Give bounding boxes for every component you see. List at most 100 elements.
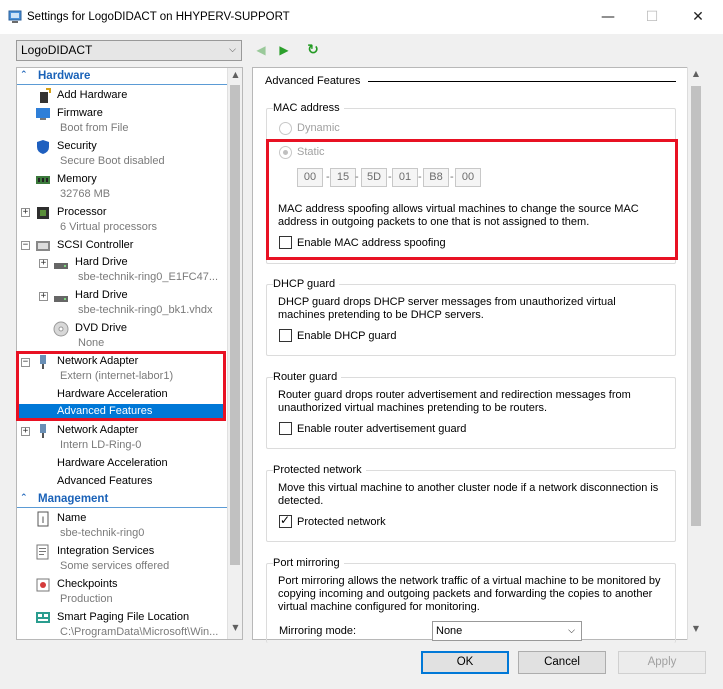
tree-item-hard-drive-1-sub: sbe-technik-ring0_E1FC47... — [78, 271, 219, 283]
tree-item-processor[interactable]: Processor — [57, 206, 107, 218]
vm-selector-value: LogoDIDACT — [21, 43, 93, 57]
expand-network-adapter-2-icon[interactable]: + — [21, 427, 30, 436]
scroll-up-icon[interactable]: ▲ — [688, 69, 704, 83]
settings-app-icon — [8, 10, 22, 23]
svg-text:I: I — [42, 515, 45, 525]
dynamic-radio-label: Dynamic — [297, 122, 340, 134]
chevron-down-icon: ⌵ — [229, 45, 236, 55]
tree-scrollbar[interactable]: ▲ ▼ — [227, 68, 242, 639]
section-management[interactable]: ⌃ Management — [17, 492, 228, 508]
maximize-button[interactable]: ☐ — [630, 6, 674, 28]
tree-item-hard-drive-2-sub: sbe-technik-ring0_bk1.vhdx — [78, 304, 213, 316]
title-bar: Settings for LogoDIDACT on HHYPERV-SUPPO… — [0, 0, 723, 34]
tree-item-advanced-features-2[interactable]: Advanced Features — [57, 475, 152, 487]
close-button[interactable]: ✕ — [676, 6, 720, 28]
cancel-button[interactable]: Cancel — [518, 651, 606, 674]
scroll-down-icon[interactable]: ▼ — [688, 624, 704, 638]
router-guard-checkbox[interactable] — [279, 422, 292, 435]
dhcp-guard-title: DHCP guard — [273, 278, 340, 290]
mirroring-mode-value: None — [436, 625, 463, 637]
hard-drive-icon — [54, 263, 68, 269]
tree-scroll-thumb[interactable] — [230, 85, 240, 565]
collapse-chevron-icon[interactable]: ⌃ — [20, 70, 28, 80]
details-scrollbar[interactable]: ▲ ▼ — [687, 67, 703, 640]
dynamic-radio[interactable] — [279, 122, 292, 135]
section-hardware-label: Hardware — [38, 70, 91, 82]
add-hardware-icon — [40, 88, 51, 103]
port-mirroring-title: Port mirroring — [273, 557, 344, 569]
integration-services-icon — [36, 544, 49, 560]
dhcp-guard-checkbox[interactable] — [279, 329, 292, 342]
scroll-down-icon[interactable]: ▼ — [228, 623, 242, 637]
vm-selector[interactable]: LogoDIDACT ⌵ — [16, 40, 242, 61]
protected-network-checkbox[interactable] — [279, 513, 292, 528]
tree-item-security[interactable]: Security — [57, 140, 97, 152]
ok-button[interactable]: OK — [421, 651, 509, 674]
tree-item-smart-paging-sub: C:\ProgramData\Microsoft\Win... — [60, 626, 219, 638]
processor-icon — [37, 207, 49, 219]
tree-item-checkpoints[interactable]: Checkpoints — [57, 578, 118, 590]
section-management-label: Management — [38, 493, 109, 505]
highlight-box-network-adapter — [16, 351, 226, 421]
mirroring-mode-label: Mirroring mode: — [279, 625, 357, 637]
protected-network-label: Protected network — [297, 516, 386, 528]
tree-item-name[interactable]: Name — [57, 512, 86, 524]
tree-item-hard-drive-2[interactable]: Hard Drive — [75, 289, 128, 301]
checkpoints-icon — [36, 578, 50, 592]
tree-item-network-adapter-2[interactable]: Network Adapter — [57, 424, 138, 436]
tree-item-firmware-sub: Boot from File — [60, 122, 129, 134]
tree-item-firmware[interactable]: Firmware — [57, 107, 103, 119]
expand-hard-drive-1-icon[interactable]: + — [39, 259, 48, 268]
tree-item-security-sub: Secure Boot disabled — [60, 155, 165, 167]
firmware-icon — [36, 108, 50, 120]
refresh-icon[interactable]: ↻ — [305, 42, 321, 58]
dhcp-guard-label: Enable DHCP guard — [297, 330, 397, 342]
tree-item-hardware-acceleration-2[interactable]: Hardware Acceleration — [57, 457, 168, 469]
scroll-up-icon[interactable]: ▲ — [228, 70, 242, 84]
tree-item-checkpoints-sub: Production — [60, 593, 113, 605]
dvd-drive-icon — [53, 321, 69, 337]
tree-item-processor-sub: 6 Virtual processors — [60, 221, 158, 233]
collapse-scsi-icon[interactable]: − — [21, 241, 30, 250]
forward-arrow-icon[interactable]: ▶ — [276, 42, 292, 58]
minimize-button[interactable]: — — [586, 6, 630, 28]
back-arrow-icon[interactable]: ◀ — [253, 42, 269, 58]
hard-drive-icon — [54, 296, 68, 302]
tree-item-network-adapter-2-sub: Intern LD-Ring-0 — [60, 439, 142, 451]
apply-button[interactable]: Apply — [618, 651, 706, 674]
protected-network-title: Protected network — [273, 464, 366, 476]
page-title: Advanced Features — [265, 75, 361, 87]
tree-item-smart-paging[interactable]: Smart Paging File Location — [57, 611, 189, 623]
tree-item-add-hardware[interactable]: Add Hardware — [57, 89, 127, 101]
protected-network-description: Move this virtual machine to another clu… — [278, 482, 659, 507]
mac-address-group-title: MAC address — [273, 102, 344, 114]
tree-item-integration-services[interactable]: Integration Services — [57, 545, 154, 557]
window-title: Settings for LogoDIDACT on HHYPERV-SUPPO… — [27, 11, 290, 23]
tree-item-integration-services-sub: Some services offered — [60, 560, 170, 572]
mirroring-mode-select[interactable]: None ⌵ — [432, 621, 582, 641]
highlight-box-mac-spoofing — [266, 139, 678, 260]
network-adapter-icon — [40, 424, 46, 438]
scsi-controller-icon — [36, 241, 50, 251]
tree-item-memory[interactable]: Memory — [57, 173, 97, 185]
tree-item-scsi-controller[interactable]: SCSI Controller — [57, 239, 133, 251]
dhcp-guard-description: DHCP guard drops DHCP server messages fr… — [278, 296, 616, 321]
router-guard-label: Enable router advertisement guard — [297, 423, 467, 435]
tree-item-hard-drive-1[interactable]: Hard Drive — [75, 256, 128, 268]
chevron-down-icon: ⌵ — [568, 626, 575, 636]
name-icon: I — [37, 511, 49, 527]
details-scroll-thumb[interactable] — [691, 86, 701, 526]
port-mirroring-description: Port mirroring allows the network traffi… — [278, 575, 661, 613]
section-hardware[interactable]: ⌃ Hardware — [17, 69, 228, 85]
memory-icon — [36, 176, 50, 184]
tree-item-memory-sub: 32768 MB — [60, 188, 111, 200]
tree-item-dvd-drive-sub: None — [78, 337, 105, 349]
title-divider — [368, 81, 676, 82]
expand-processor-icon[interactable]: + — [21, 208, 30, 217]
collapse-chevron-icon[interactable]: ⌃ — [20, 493, 28, 503]
expand-hard-drive-2-icon[interactable]: + — [39, 292, 48, 301]
tree-item-name-sub: sbe-technik-ring0 — [60, 527, 145, 539]
tree-item-dvd-drive[interactable]: DVD Drive — [75, 322, 127, 334]
shield-icon — [37, 140, 49, 154]
router-guard-title: Router guard — [273, 371, 342, 383]
